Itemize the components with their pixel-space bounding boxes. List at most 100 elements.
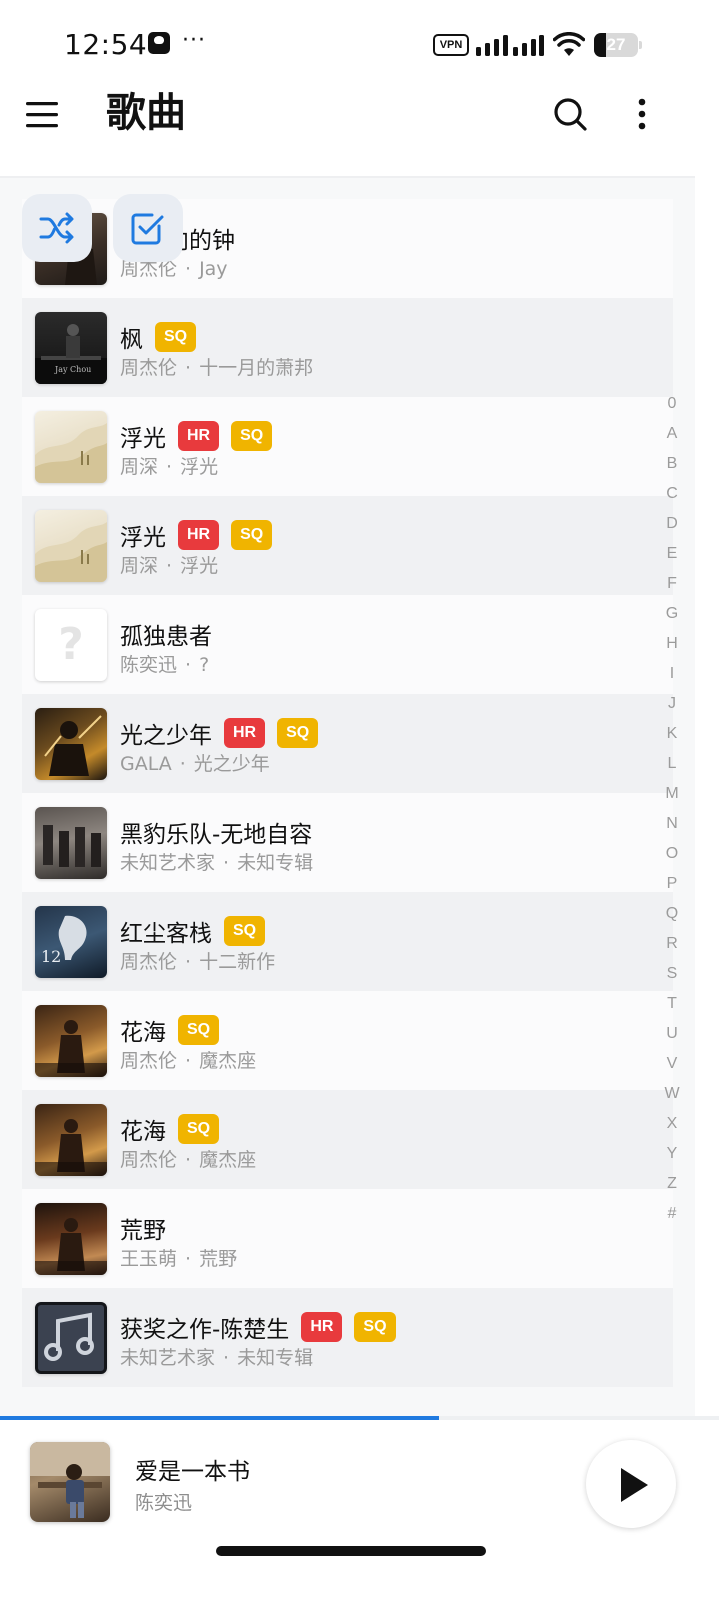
song-row[interactable]: 花海 SQ 周杰伦 · 魔杰座	[22, 1090, 673, 1189]
index-letter[interactable]: R	[660, 932, 684, 962]
multi-select-button[interactable]	[113, 194, 183, 262]
song-row[interactable]: Jay Chou 枫 SQ 周杰伦 · 十一月的萧邦	[22, 298, 673, 397]
song-artist: 周杰伦	[120, 951, 178, 973]
separator-dot: ·	[185, 1248, 192, 1270]
index-letter[interactable]: G	[660, 602, 684, 632]
hi-res-badge: HR	[224, 718, 266, 748]
song-row[interactable]: 黑豹乐队-无地自容 未知艺术家 · 未知专辑	[22, 793, 673, 892]
song-artist: 周杰伦	[120, 1149, 178, 1171]
index-letter[interactable]: E	[660, 542, 684, 572]
separator-dot: ·	[185, 357, 192, 379]
song-row[interactable]: 浮光 HR SQ 周深 · 浮光	[22, 496, 673, 595]
sq-quality-badge: SQ	[354, 1312, 396, 1342]
song-list[interactable]: 反方向的钟周杰伦·JayJay Chou枫SQ周杰伦·十一月的萧邦浮光HRSQ周…	[22, 199, 673, 1387]
song-title-line: 浮光 HR SQ	[120, 518, 273, 552]
index-letter[interactable]: #	[660, 1202, 684, 1232]
index-letter[interactable]: I	[660, 662, 684, 692]
song-title: 枫	[120, 327, 143, 353]
index-letter[interactable]: A	[660, 422, 684, 452]
now-playing-bar[interactable]: 爱是一本书 陈奕迅	[0, 1420, 719, 1600]
song-row[interactable]: 花海 SQ 周杰伦 · 魔杰座	[22, 991, 673, 1090]
song-title-line: 孤独患者	[120, 617, 212, 651]
index-letter[interactable]: W	[660, 1082, 684, 1112]
wifi-icon	[553, 32, 585, 56]
sq-quality-badge: SQ	[155, 322, 197, 352]
index-letter[interactable]: J	[660, 692, 684, 722]
separator-dot: ·	[179, 753, 186, 775]
shuffle-play-button[interactable]	[22, 194, 92, 262]
index-letter[interactable]: H	[660, 632, 684, 662]
song-album: 魔杰座	[199, 1050, 257, 1072]
app-header: 歌曲	[0, 90, 719, 178]
menu-icon[interactable]	[26, 100, 60, 130]
index-letter[interactable]: K	[660, 722, 684, 752]
song-album: 魔杰座	[199, 1149, 257, 1171]
index-letter[interactable]: T	[660, 992, 684, 1022]
index-letter[interactable]: N	[660, 812, 684, 842]
song-album: 十二新作	[199, 951, 276, 973]
song-artist: 未知艺术家	[120, 1347, 216, 1369]
hi-res-badge: HR	[178, 421, 220, 451]
index-letter[interactable]: B	[660, 452, 684, 482]
index-letter[interactable]: M	[660, 782, 684, 812]
index-letter[interactable]: X	[660, 1112, 684, 1142]
svg-text:?: ?	[58, 619, 84, 670]
shuffle-icon	[39, 212, 74, 244]
play-button[interactable]	[586, 1440, 676, 1528]
song-album: 未知专辑	[237, 852, 314, 874]
index-letter[interactable]: D	[660, 512, 684, 542]
index-letter[interactable]: Q	[660, 902, 684, 932]
now-playing-artist[interactable]: 陈奕迅	[135, 1488, 192, 1515]
song-album: 荒野	[199, 1248, 238, 1270]
song-row[interactable]: ? 孤独患者 陈奕迅 ·?	[22, 595, 673, 694]
more-vertical-icon[interactable]	[628, 96, 656, 132]
song-album: Jay	[199, 258, 228, 280]
index-letter[interactable]: O	[660, 842, 684, 872]
now-playing-cover[interactable]	[30, 1442, 110, 1522]
song-cover	[35, 411, 107, 483]
index-letter[interactable]: L	[660, 752, 684, 782]
song-row[interactable]: 荒野 王玉萌 · 荒野	[22, 1189, 673, 1288]
index-letter[interactable]: Y	[660, 1142, 684, 1172]
song-row[interactable]: 12 红尘客栈 SQ 周杰伦 · 十二新作	[22, 892, 673, 991]
index-letter[interactable]: S	[660, 962, 684, 992]
now-playing-title[interactable]: 爱是一本书	[135, 1452, 250, 1486]
index-letter[interactable]: F	[660, 572, 684, 602]
song-title: 获奖之作-陈楚生	[120, 1317, 290, 1343]
sq-quality-badge: SQ	[277, 718, 319, 748]
page-title: 歌曲	[106, 90, 186, 136]
cellular-signal-icon	[476, 35, 544, 56]
song-subtitle: 未知艺术家 · 未知专辑	[120, 1343, 313, 1370]
song-album: 十一月的萧邦	[199, 357, 314, 379]
song-subtitle: GALA · 光之少年	[120, 749, 270, 776]
index-letter[interactable]: 0	[660, 392, 684, 422]
song-row[interactable]: 光之少年 HR SQ GALA · 光之少年	[22, 694, 673, 793]
song-subtitle: 未知艺术家 · 未知专辑	[120, 848, 313, 875]
index-letter[interactable]: Z	[660, 1172, 684, 1202]
song-list-area[interactable]: 反方向的钟周杰伦·JayJay Chou枫SQ周杰伦·十一月的萧邦浮光HRSQ周…	[0, 178, 695, 1418]
song-artist: 周深	[120, 456, 159, 478]
svg-text:Jay Chou: Jay Chou	[54, 365, 91, 374]
sq-quality-badge: SQ	[178, 1114, 220, 1144]
index-letter[interactable]: V	[660, 1052, 684, 1082]
index-letter[interactable]: U	[660, 1022, 684, 1052]
index-letter[interactable]: C	[660, 482, 684, 512]
song-artist: 周杰伦	[120, 1050, 178, 1072]
index-letter[interactable]: P	[660, 872, 684, 902]
song-cover: Jay Chou	[35, 312, 107, 384]
sq-quality-badge: SQ	[224, 916, 266, 946]
song-title: 浮光	[120, 426, 166, 452]
song-title-line: 红尘客栈 SQ	[120, 914, 266, 948]
song-title-line: 光之少年 HR SQ	[120, 716, 319, 750]
song-row[interactable]: 获奖之作-陈楚生 HR SQ 未知艺术家 · 未知专辑	[22, 1288, 673, 1387]
song-row[interactable]: 浮光 HR SQ 周深 · 浮光	[22, 397, 673, 496]
song-title-line: 黑豹乐队-无地自容	[120, 815, 312, 849]
separator-dot: ·	[166, 456, 173, 478]
song-title-line: 获奖之作-陈楚生 HR SQ	[120, 1310, 396, 1344]
home-indicator[interactable]	[216, 1546, 486, 1556]
song-subtitle: 周深 · 浮光	[120, 452, 218, 479]
song-title: 光之少年	[120, 723, 212, 749]
search-icon[interactable]	[552, 96, 588, 132]
alphabet-index[interactable]: 0 A B C D E F G H I J K L M N O P Q R S T U V W X Y Z #	[660, 392, 684, 1232]
separator-dot: ·	[166, 555, 173, 577]
